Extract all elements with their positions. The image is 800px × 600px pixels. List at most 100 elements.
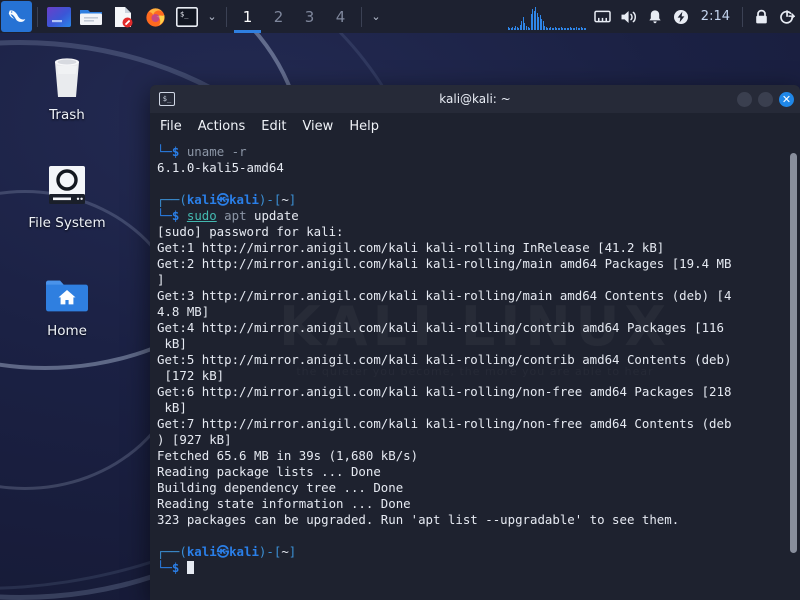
launcher-firefox[interactable] (142, 4, 168, 30)
menu-actions[interactable]: Actions (198, 119, 246, 134)
power-icon[interactable] (668, 0, 694, 33)
sysgraph-bar (513, 27, 515, 30)
menu-edit[interactable]: Edit (261, 119, 286, 134)
network-icon[interactable] (590, 0, 616, 33)
terminal-line: Get:5 http://mirror.anigil.com/kali kali… (157, 352, 732, 367)
terminal-titlebar[interactable]: $_ kali@kali: ~ ✕ (150, 85, 800, 113)
sysgraph-bar (553, 27, 554, 30)
terminal-menubar[interactable]: File Actions Edit View Help (150, 113, 800, 139)
bell-glyph-icon (649, 9, 661, 23)
desktop[interactable]: $_ ⌄ 1 2 3 4 ⌄ 2:14 Trash File System Ho… (0, 0, 800, 600)
terminal-line: Reading package lists ... Done (157, 464, 381, 479)
terminal-prompt-line: ┌──(kali㉿kali)-[~] (157, 544, 297, 559)
sysgraph-bar (530, 13, 532, 30)
terminal-line: kB] (157, 336, 187, 351)
file-system-icon (46, 160, 88, 208)
home-folder-glyph-icon (46, 280, 88, 312)
sysgraph-bar (518, 27, 519, 30)
terminal-scrollbar[interactable] (790, 139, 797, 600)
workspace-1[interactable]: 1 (232, 0, 263, 33)
sysgraph-bar (566, 27, 568, 30)
sysgraph-bar (551, 27, 553, 30)
sysgraph-bar (579, 27, 580, 30)
launcher-terminal[interactable]: $_ (174, 4, 200, 30)
volume-icon[interactable] (616, 0, 642, 33)
sysgraph-bar (572, 27, 574, 30)
desktop-icon-trash[interactable]: Trash (15, 52, 119, 123)
desktop-icon-file-system-label: File System (28, 215, 106, 231)
text-editor-icon (115, 6, 133, 27)
terminal-window-icon: $_ (159, 92, 175, 106)
clock[interactable]: 2:14 (694, 9, 737, 24)
sysgraph-bar (574, 27, 575, 30)
maximize-button[interactable] (758, 91, 773, 107)
workspace-chevron-down-icon[interactable]: ⌄ (367, 0, 385, 33)
terminal-line: Get:7 http://mirror.anigil.com/kali kali… (157, 416, 732, 431)
hard-drive-glyph-icon (49, 166, 85, 204)
launcher-chevron-down-icon[interactable]: ⌄ (203, 0, 221, 33)
lock-icon[interactable] (748, 0, 774, 33)
terminal-output[interactable]: └─$ uname -r 6.1.0-kali5-amd64 ┌──(kali㉿k… (150, 139, 800, 576)
terminal-line: Get:4 http://mirror.anigil.com/kali kali… (157, 320, 724, 335)
logout-icon[interactable] (774, 0, 800, 33)
sysgraph-bar (557, 27, 559, 30)
sysgraph-bar (545, 26, 547, 30)
terminal-line: [sudo] password for kali: (157, 224, 344, 239)
terminal-title: kali@kali: ~ (439, 92, 511, 106)
trash-icon (47, 52, 87, 100)
sysgraph-bar (547, 27, 548, 30)
desktop-icon-file-system[interactable]: File System (15, 160, 119, 231)
terminal-line: kB] (157, 400, 187, 415)
sysgraph-bar (536, 12, 538, 30)
terminal-cursor-line[interactable]: └─$ (157, 560, 800, 576)
menu-view[interactable]: View (302, 119, 333, 134)
launcher-app-gradient[interactable] (46, 4, 72, 30)
terminal-line: 323 packages can be upgraded. Run 'apt l… (157, 512, 680, 527)
firefox-icon (145, 8, 165, 27)
system-monitor-graph[interactable] (507, 4, 586, 30)
sysgraph-bar (535, 6, 536, 30)
sysgraph-bar (533, 10, 535, 30)
close-button[interactable]: ✕ (779, 91, 794, 107)
launcher-text-editor[interactable] (110, 4, 136, 30)
terminal-line: Get:2 http://mirror.anigil.com/kali kali… (157, 256, 732, 271)
sysgraph-bar (548, 27, 550, 30)
workspace-3[interactable]: 3 (294, 0, 325, 33)
sysgraph-bar (521, 20, 522, 30)
terminal-window[interactable]: $_ kali@kali: ~ ✕ File Actions Edit View… (150, 85, 800, 600)
menu-file[interactable]: File (160, 119, 182, 134)
desktop-icon-home[interactable]: Home (15, 268, 119, 339)
sysgraph-bar (576, 26, 577, 30)
sysgraph-bar (515, 25, 516, 30)
terminal-line: Reading state information ... Done (157, 496, 411, 511)
sysgraph-bar (560, 26, 562, 30)
sysgraph-bar (554, 26, 556, 30)
sysgraph-bar (525, 25, 527, 30)
kali-dragon-icon (8, 9, 25, 22)
minimize-button[interactable] (737, 91, 752, 107)
terminal-scrollbar-thumb[interactable] (790, 153, 797, 553)
workspace-2[interactable]: 2 (263, 0, 294, 33)
terminal-line: Get:6 http://mirror.anigil.com/kali kali… (157, 384, 732, 399)
kali-menu-button[interactable] (1, 1, 32, 32)
home-icon (44, 268, 90, 316)
volume-glyph-icon (621, 10, 636, 23)
workspace-4[interactable]: 4 (325, 0, 356, 33)
sysgraph-bar (565, 27, 566, 30)
terminal-line: 6.1.0-kali5-amd64 (157, 160, 284, 175)
sysgraph-bar (582, 27, 583, 30)
sysgraph-bar (542, 20, 544, 30)
window-controls: ✕ (737, 91, 794, 107)
applications-icon (47, 6, 71, 27)
launcher-file-manager[interactable] (78, 4, 104, 30)
desktop-icon-home-label: Home (47, 323, 87, 339)
sysgraph-bar (509, 27, 510, 30)
workspace-switcher[interactable]: 1 2 3 4 (232, 0, 356, 33)
panel-separator-2 (226, 6, 227, 27)
sysgraph-bar (507, 26, 509, 30)
menu-help[interactable]: Help (349, 119, 379, 134)
logout-glyph-icon (780, 9, 795, 24)
notification-bell-icon[interactable] (642, 0, 668, 33)
terminal-body[interactable]: KALI LINUX the quieter you become, the m… (150, 139, 800, 600)
sysgraph-bar (510, 27, 512, 30)
